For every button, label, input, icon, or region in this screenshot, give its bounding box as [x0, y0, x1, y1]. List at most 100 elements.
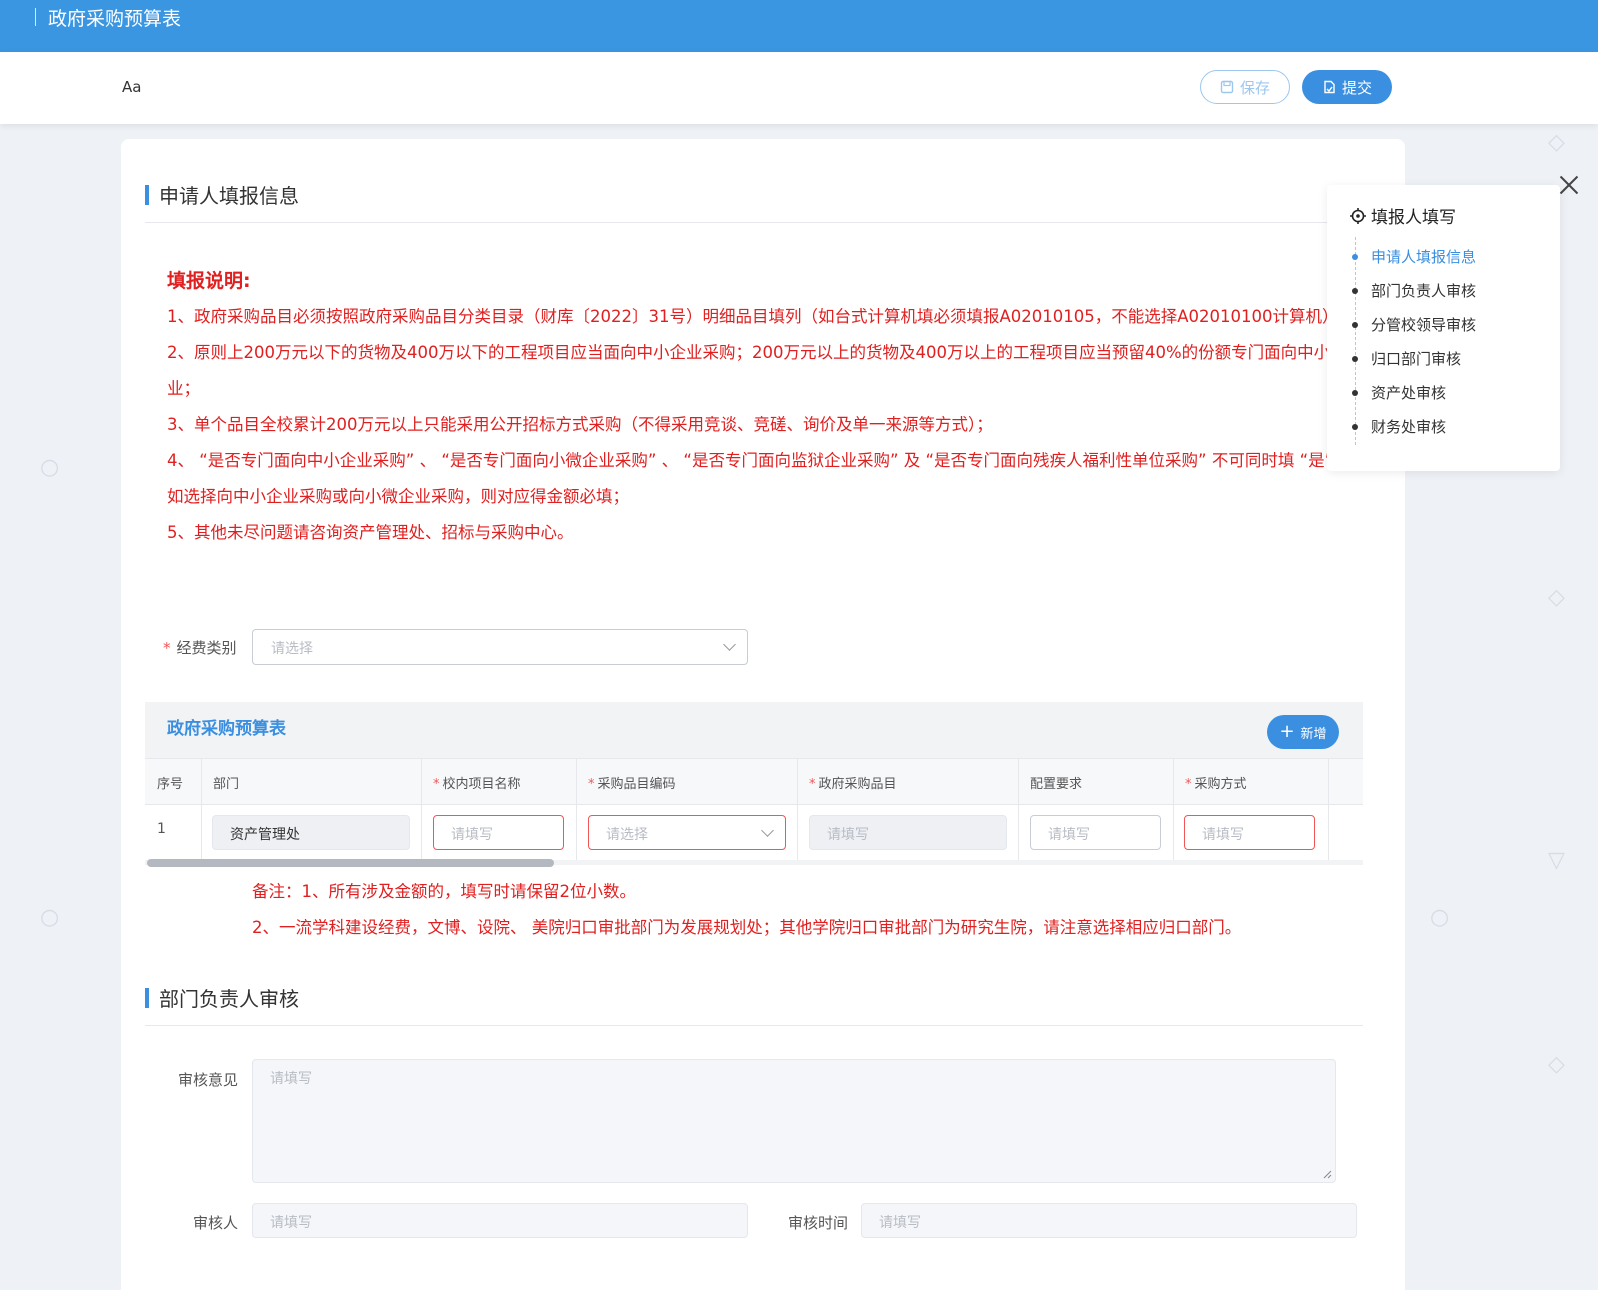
resize-handle-icon	[1323, 1170, 1332, 1179]
document-check-icon	[1324, 80, 1335, 94]
column-header: 序号	[157, 777, 184, 792]
app-header: 政府采购预算表	[0, 0, 1598, 52]
column-header: 配置要求	[1030, 777, 1083, 792]
submit-button-label: 提交	[1341, 78, 1372, 97]
navigator-timeline	[1355, 237, 1356, 445]
navigator-title: 填报人填写	[1349, 203, 1456, 228]
nav-item-dept-head[interactable]: 部门负责人审核	[1371, 280, 1476, 301]
required-mark: *	[1185, 777, 1192, 792]
reviewer-input: 请填写	[252, 1203, 748, 1238]
plus-icon: +	[1279, 721, 1295, 742]
header-divider	[35, 8, 36, 26]
fund-type-select[interactable]: 请选择	[252, 629, 748, 665]
review-opinion-textarea: 请填写	[252, 1059, 1336, 1183]
instruction-item: 3、单个品目全校累计200万元以上只能采用公开招标方式采购（不得采用竞谈、竞磋、…	[167, 415, 993, 434]
nav-dot	[1352, 288, 1358, 294]
section-navigator: 填报人填写 申请人填报信息 部门负责人审核 分管校领导审核 归口部门审核 资产处…	[1327, 185, 1560, 471]
purchase-method-input[interactable]: 请填写	[1184, 815, 1315, 850]
gov-item-input: 请填写	[809, 815, 1007, 850]
navigator-title-text: 填报人填写	[1371, 208, 1456, 228]
config-placeholder: 请填写	[1048, 827, 1090, 843]
nav-item-asset-review[interactable]: 资产处审核	[1371, 382, 1446, 403]
nav-item-finance-review[interactable]: 财务处审核	[1371, 416, 1446, 437]
app-title: 政府采购预算表	[48, 8, 182, 30]
instructions: 填报说明: 1、政府采购品目必须按照政府采购品目分类目录（财库〔2022〕31号…	[167, 263, 1357, 551]
fund-type-label: * 经费类别	[163, 637, 237, 658]
save-icon	[1220, 80, 1234, 94]
review-time-placeholder: 请填写	[879, 1215, 921, 1231]
add-row-label: 新增	[1300, 726, 1327, 742]
background-decoration: ◇	[1548, 130, 1565, 155]
toolbar: Aa 保存 提交	[0, 52, 1598, 124]
column-header-text: 政府采购品目	[818, 777, 897, 792]
column-header: 部门	[213, 777, 240, 792]
add-row-button[interactable]: + 新增	[1267, 715, 1339, 749]
reviewer-label: 审核人	[193, 1214, 239, 1232]
budget-table-block: 政府采购预算表 + 新增 序号 部门 * 校内项目名称 * 采购品目编码 * 政府采购…	[145, 702, 1363, 867]
column-header-text: 采购品目编码	[597, 777, 676, 792]
column-divider	[1173, 758, 1174, 860]
section-dept-review-header: 部门负责人审核	[145, 983, 299, 1012]
table-row: 1 资产管理处 请填写 请选择 请填写 请填写 请填写	[145, 804, 1363, 860]
department-value: 资产管理处	[230, 827, 300, 843]
chevron-down-icon	[761, 824, 774, 837]
column-header: * 政府采购品目	[809, 773, 897, 792]
fund-type-placeholder: 请选择	[271, 641, 313, 657]
column-divider	[421, 758, 422, 860]
required-mark: *	[588, 777, 595, 792]
close-icon[interactable]	[1556, 172, 1582, 198]
remark-line: 备注：1、所有涉及金额的，填写时请保留2位小数。	[252, 882, 636, 901]
fund-type-label-text: 经费类别	[176, 639, 237, 657]
column-divider	[1328, 758, 1329, 860]
nav-item-vp-review[interactable]: 分管校领导审核	[1371, 314, 1476, 335]
font-size-toggle[interactable]: Aa	[122, 78, 141, 96]
budget-table-title: 政府采购预算表	[167, 719, 286, 739]
background-decoration: ○	[40, 905, 60, 930]
table-header: 序号 部门 * 校内项目名称 * 采购品目编码 * 政府采购品目 配置要求 * 采购方式	[145, 758, 1363, 804]
review-time-label: 审核时间	[788, 1214, 849, 1232]
section-applicant-header: 申请人填报信息	[145, 180, 299, 209]
section-title: 部门负责人审核	[159, 987, 299, 1011]
nav-dot	[1352, 424, 1358, 430]
nav-dot	[1352, 390, 1358, 396]
gov-item-placeholder: 请填写	[827, 827, 869, 843]
nav-dot	[1352, 356, 1358, 362]
remark-line: 2、一流学科建设经费，文博、设院、 美院归口审批部门为发展规划处；其他学院归口审…	[252, 918, 1242, 937]
section-bar	[145, 987, 149, 1008]
background-decoration: ◇	[1548, 1052, 1565, 1077]
nav-item-dept-review[interactable]: 归口部门审核	[1371, 348, 1461, 369]
section-title: 申请人填报信息	[159, 184, 299, 208]
column-header-text: 采购方式	[1194, 777, 1247, 792]
purchase-method-placeholder: 请填写	[1202, 827, 1244, 843]
nav-item-applicant[interactable]: 申请人填报信息	[1371, 246, 1476, 267]
project-name-placeholder: 请填写	[451, 827, 493, 843]
required-mark: *	[809, 777, 816, 792]
department-input: 资产管理处	[212, 815, 410, 850]
section-divider	[145, 222, 1363, 223]
submit-button[interactable]: 提交	[1302, 70, 1392, 104]
column-header: * 采购方式	[1185, 773, 1247, 792]
instruction-item: 1、政府采购品目必须按照政府采购品目分类目录（财库〔2022〕31号）明细品目填…	[167, 307, 1347, 326]
instructions-title: 填报说明:	[167, 270, 251, 292]
background-decoration: ○	[1430, 905, 1450, 930]
section-bar	[145, 184, 149, 205]
column-divider	[797, 758, 798, 860]
item-code-select[interactable]: 请选择	[588, 815, 786, 850]
instruction-item: 5、其他未尽问题请咨询资产管理处、招标与采购中心。	[167, 523, 574, 542]
nav-dot	[1352, 254, 1358, 260]
column-divider	[576, 758, 577, 860]
column-divider	[1018, 758, 1019, 860]
config-requirement-input[interactable]: 请填写	[1030, 815, 1161, 850]
table-horizontal-scrollbar[interactable]	[147, 859, 554, 867]
column-header-text: 校内项目名称	[442, 777, 521, 792]
save-button[interactable]: 保存	[1200, 70, 1290, 104]
review-opinion-label: 审核意见	[178, 1071, 239, 1089]
item-code-placeholder: 请选择	[606, 827, 648, 843]
required-mark: *	[163, 639, 171, 657]
project-name-input[interactable]: 请填写	[433, 815, 564, 850]
instruction-item: 4、 “是否专门面向中小企业采购” 、 “是否专门面向小微企业采购” 、 “是否…	[167, 451, 1355, 506]
save-button-label: 保存	[1239, 78, 1270, 97]
chevron-down-icon	[723, 638, 736, 651]
reviewer-placeholder: 请填写	[270, 1215, 312, 1231]
background-decoration: ◇	[1548, 585, 1565, 610]
